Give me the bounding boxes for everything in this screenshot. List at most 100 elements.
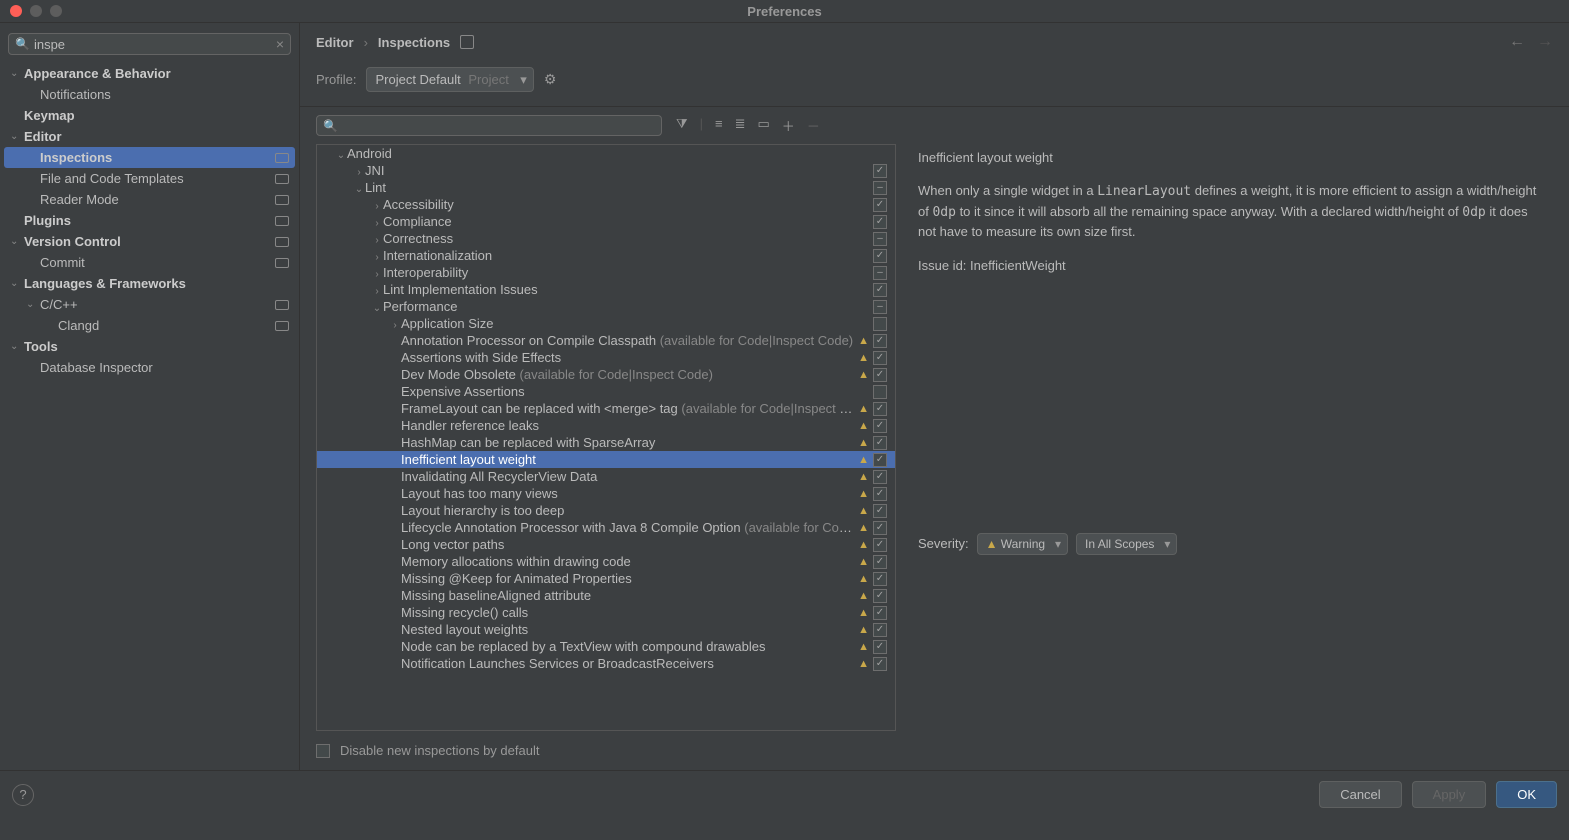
maximize-window-button[interactable] — [50, 5, 62, 17]
inspection-row[interactable]: Notification Launches Services or Broadc… — [317, 655, 895, 672]
inspection-row[interactable]: Missing recycle() calls▲ — [317, 604, 895, 621]
sidebar-item[interactable]: Notifications — [4, 84, 295, 105]
inspection-row[interactable]: ⌄Lint — [317, 179, 895, 196]
inspection-row[interactable]: ⌄Android — [317, 145, 895, 162]
apply-button[interactable]: Apply — [1412, 781, 1487, 808]
sidebar-search-input[interactable] — [34, 37, 276, 52]
help-icon[interactable]: ? — [12, 784, 34, 806]
inspection-tree[interactable]: ⌄Android›JNI⌄Lint›Accessibility›Complian… — [316, 144, 896, 731]
inspection-checkbox[interactable] — [873, 385, 887, 399]
back-arrow-icon[interactable]: ← — [1509, 33, 1525, 51]
inspection-row[interactable]: Node can be replaced by a TextView with … — [317, 638, 895, 655]
profile-dropdown[interactable]: Project Default Project — [366, 67, 533, 92]
inspection-row[interactable]: Dev Mode Obsolete (available for Code|In… — [317, 366, 895, 383]
inspection-checkbox[interactable] — [873, 572, 887, 586]
inspection-checkbox[interactable] — [873, 470, 887, 484]
inspection-row[interactable]: ›Correctness — [317, 230, 895, 247]
sidebar-item[interactable]: ⌄Version Control — [4, 231, 295, 252]
inspection-row[interactable]: Layout has too many views▲ — [317, 485, 895, 502]
inspection-row[interactable]: ›Internationalization — [317, 247, 895, 264]
inspection-checkbox[interactable] — [873, 266, 887, 280]
sidebar-item[interactable]: File and Code Templates — [4, 168, 295, 189]
sidebar-item[interactable]: Clangd — [4, 315, 295, 336]
sidebar-item[interactable]: Commit — [4, 252, 295, 273]
sidebar-search[interactable]: 🔍 × — [8, 33, 291, 55]
sidebar-item[interactable]: Reader Mode — [4, 189, 295, 210]
inspection-row[interactable]: Inefficient layout weight▲ — [317, 451, 895, 468]
collapse-all-icon[interactable]: ≣ — [735, 116, 746, 135]
filter-icon[interactable]: ⧩ — [676, 116, 688, 135]
expand-all-icon[interactable]: ≡ — [715, 116, 723, 135]
inspection-checkbox[interactable] — [873, 317, 887, 331]
sidebar-item[interactable]: Plugins — [4, 210, 295, 231]
inspection-checkbox[interactable] — [873, 181, 887, 195]
inspection-checkbox[interactable] — [873, 521, 887, 535]
sidebar-item[interactable]: ⌄Appearance & Behavior — [4, 63, 295, 84]
inspection-row[interactable]: ›Interoperability — [317, 264, 895, 281]
inspection-checkbox[interactable] — [873, 436, 887, 450]
cancel-button[interactable]: Cancel — [1319, 781, 1401, 808]
clear-search-icon[interactable]: × — [276, 36, 284, 52]
scope-dropdown[interactable]: In All Scopes — [1076, 533, 1177, 555]
inspection-checkbox[interactable] — [873, 198, 887, 212]
inspection-row[interactable]: ›Compliance — [317, 213, 895, 230]
inspection-checkbox[interactable] — [873, 300, 887, 314]
inspection-row[interactable]: ›Lint Implementation Issues — [317, 281, 895, 298]
gear-icon[interactable]: ⚙ — [544, 71, 557, 88]
inspection-checkbox[interactable] — [873, 538, 887, 552]
inspection-checkbox[interactable] — [873, 640, 887, 654]
inspection-checkbox[interactable] — [873, 249, 887, 263]
inspection-checkbox[interactable] — [873, 657, 887, 671]
sidebar-item[interactable]: ⌄Editor — [4, 126, 295, 147]
inspection-checkbox[interactable] — [873, 419, 887, 433]
sidebar-item[interactable]: ⌄Languages & Frameworks — [4, 273, 295, 294]
sidebar-item[interactable]: Database Inspector — [4, 357, 295, 378]
forward-arrow-icon[interactable]: → — [1537, 33, 1553, 51]
inspection-checkbox[interactable] — [873, 453, 887, 467]
inspection-row[interactable]: Memory allocations within drawing code▲ — [317, 553, 895, 570]
inspection-row[interactable]: ›Accessibility — [317, 196, 895, 213]
inspection-checkbox[interactable] — [873, 232, 887, 246]
breadcrumb-parent[interactable]: Editor — [316, 35, 354, 50]
inspection-row[interactable]: Invalidating All RecyclerView Data▲ — [317, 468, 895, 485]
inspection-row[interactable]: Layout hierarchy is too deep▲ — [317, 502, 895, 519]
inspection-checkbox[interactable] — [873, 623, 887, 637]
inspection-checkbox[interactable] — [873, 283, 887, 297]
inspection-row[interactable]: Long vector paths▲ — [317, 536, 895, 553]
inspection-checkbox[interactable] — [873, 368, 887, 382]
sidebar-item[interactable]: Keymap — [4, 105, 295, 126]
close-window-button[interactable] — [10, 5, 22, 17]
reset-icon[interactable]: ▭ — [758, 116, 770, 135]
inspection-checkbox[interactable] — [873, 215, 887, 229]
inspection-row[interactable]: Nested layout weights▲ — [317, 621, 895, 638]
severity-dropdown[interactable]: ▲ Warning — [977, 533, 1068, 555]
sidebar-item[interactable]: ⌄Tools — [4, 336, 295, 357]
inspection-row[interactable]: Assertions with Side Effects▲ — [317, 349, 895, 366]
minimize-window-button[interactable] — [30, 5, 42, 17]
inspection-row[interactable]: Annotation Processor on Compile Classpat… — [317, 332, 895, 349]
inspection-search-input[interactable] — [342, 118, 655, 133]
inspection-search[interactable]: 🔍 — [316, 115, 662, 136]
inspection-checkbox[interactable] — [873, 351, 887, 365]
inspection-row[interactable]: Lifecycle Annotation Processor with Java… — [317, 519, 895, 536]
inspection-checkbox[interactable] — [873, 606, 887, 620]
remove-icon[interactable]: － — [807, 116, 820, 135]
inspection-checkbox[interactable] — [873, 402, 887, 416]
sidebar-item[interactable]: ⌄C/C++ — [4, 294, 295, 315]
inspection-checkbox[interactable] — [873, 504, 887, 518]
inspection-checkbox[interactable] — [873, 164, 887, 178]
inspection-row[interactable]: ⌄Performance — [317, 298, 895, 315]
inspection-row[interactable]: Missing baselineAligned attribute▲ — [317, 587, 895, 604]
inspection-row[interactable]: HashMap can be replaced with SparseArray… — [317, 434, 895, 451]
disable-new-checkbox[interactable] — [316, 744, 330, 758]
inspection-checkbox[interactable] — [873, 334, 887, 348]
sidebar-item[interactable]: Inspections — [4, 147, 295, 168]
add-icon[interactable]: ＋ — [782, 116, 795, 135]
inspection-checkbox[interactable] — [873, 487, 887, 501]
inspection-row[interactable]: ›JNI — [317, 162, 895, 179]
inspection-row[interactable]: ›Application Size — [317, 315, 895, 332]
ok-button[interactable]: OK — [1496, 781, 1557, 808]
inspection-row[interactable]: Missing @Keep for Animated Properties▲ — [317, 570, 895, 587]
inspection-row[interactable]: Handler reference leaks▲ — [317, 417, 895, 434]
inspection-row[interactable]: FrameLayout can be replaced with <merge>… — [317, 400, 895, 417]
